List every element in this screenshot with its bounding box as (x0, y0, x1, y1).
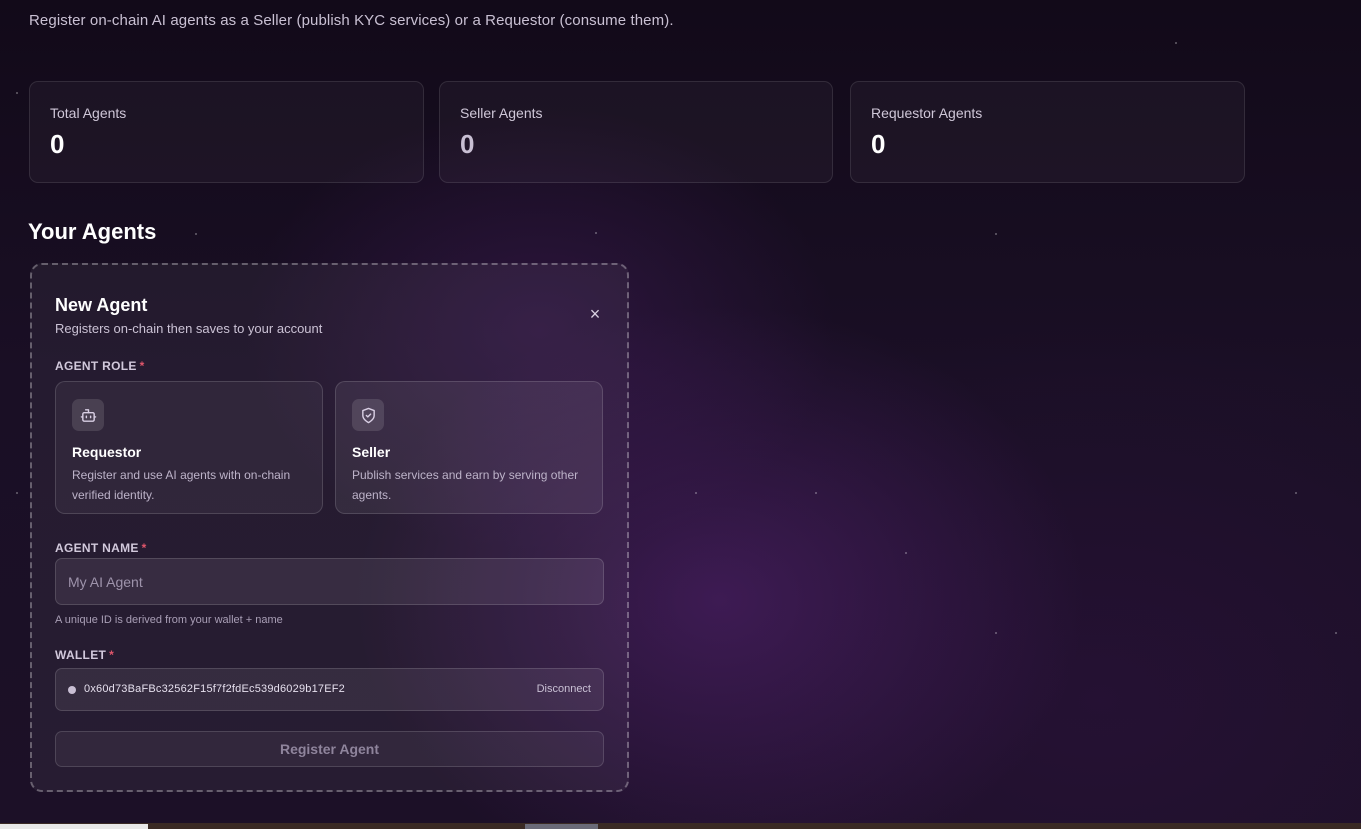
stat-card-requestor: Requestor Agents 0 (850, 81, 1245, 183)
background-star (995, 632, 997, 634)
agent-name-label-text: AGENT NAME (55, 541, 139, 555)
background-star (195, 233, 197, 235)
role-name: Requestor (72, 444, 142, 460)
background-star (815, 492, 817, 494)
stat-value: 0 (871, 129, 886, 159)
close-icon[interactable]: × (586, 305, 604, 323)
role-description: Register and use AI agents with on-chain… (72, 468, 291, 502)
background-star (16, 92, 18, 94)
agent-role-label: AGENT ROLE * (55, 359, 145, 373)
wallet-status-dot (68, 686, 76, 694)
stat-card-seller: Seller Agents 0 (439, 81, 833, 183)
page-subtitle: Register on-chain AI agents as a Seller … (29, 12, 674, 29)
stat-label: Seller Agents (460, 105, 543, 121)
shield-check-icon (352, 399, 384, 431)
role-description: Publish services and earn by serving oth… (352, 468, 579, 502)
wallet-label: WALLET * (55, 648, 114, 662)
wallet-display: 0x60d73BaFBc32562F15f7f2fdEc539d6029b17E… (55, 668, 604, 711)
background-star (995, 233, 997, 235)
stat-label: Requestor Agents (871, 105, 983, 121)
register-agent-button[interactable]: Register Agent (55, 731, 604, 767)
taskbar-segment (0, 824, 148, 829)
background-star (1175, 42, 1177, 44)
stat-label: Total Agents (50, 105, 127, 121)
required-mark: * (139, 359, 145, 373)
disconnect-button[interactable]: Disconnect (537, 683, 591, 695)
background-star (905, 552, 907, 554)
wallet-address: 0x60d73BaFBc32562F15f7f2fdEc539d6029b17E… (84, 683, 345, 695)
stat-value: 0 (50, 129, 65, 159)
section-title: Your Agents (28, 219, 157, 244)
form-title: New Agent (55, 295, 148, 315)
taskbar-segment (525, 824, 598, 829)
background-star (595, 232, 597, 234)
stat-value: 0 (460, 129, 475, 159)
robot-icon (72, 399, 104, 431)
background-star (16, 492, 18, 494)
role-option-seller[interactable]: Seller Publish services and earn by serv… (335, 381, 603, 514)
role-option-requestor[interactable]: Requestor Register and use AI agents wit… (55, 381, 323, 514)
background-star (695, 492, 697, 494)
agent-name-label: AGENT NAME * (55, 541, 147, 555)
background-star (1335, 632, 1337, 634)
background-star (1295, 492, 1297, 494)
required-mark: * (141, 541, 147, 555)
agent-name-hint: A unique ID is derived from your wallet … (55, 614, 283, 626)
agent-name-input[interactable] (55, 558, 604, 605)
role-name: Seller (352, 444, 391, 460)
taskbar-strip (0, 823, 1361, 829)
form-description: Registers on-chain then saves to your ac… (55, 321, 323, 336)
stat-card-total: Total Agents 0 (29, 81, 424, 183)
new-agent-form: New Agent Registers on-chain then saves … (30, 263, 629, 792)
agent-role-label-text: AGENT ROLE (55, 359, 137, 373)
wallet-label-text: WALLET (55, 648, 107, 662)
required-mark: * (109, 648, 115, 662)
